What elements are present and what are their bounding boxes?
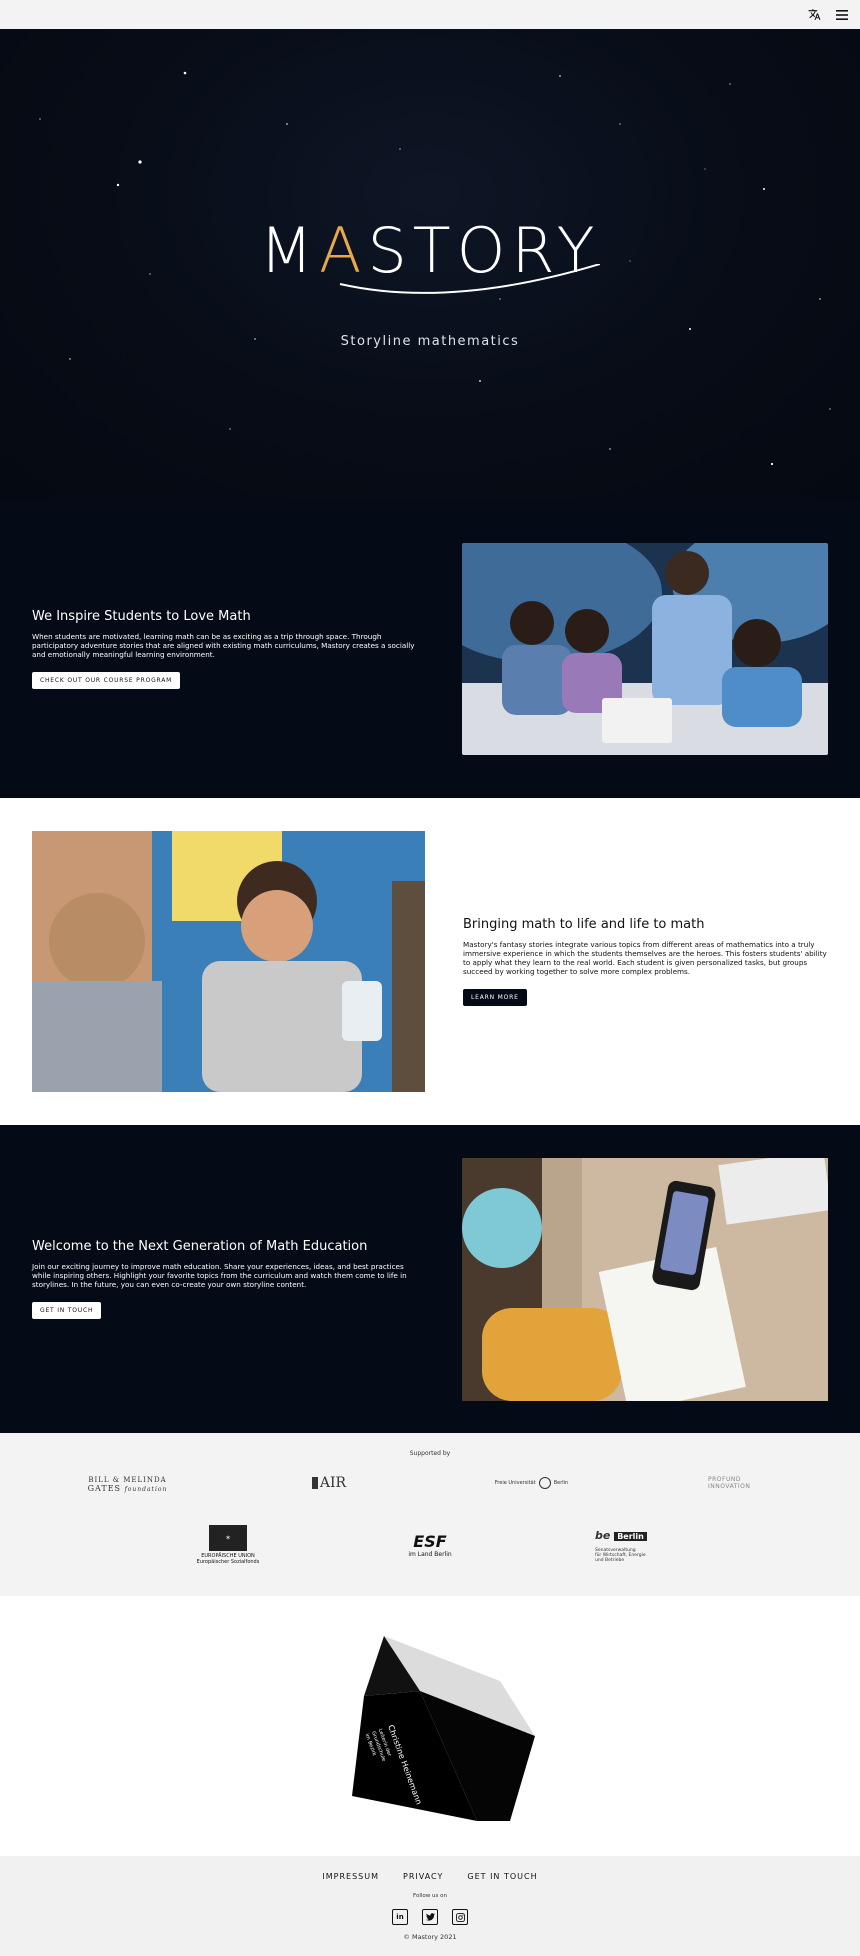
footer-nav: IMPRESSUM PRIVACY GET IN TOUCH <box>0 1856 860 1881</box>
testimonial-cube[interactable]: Christine Heinemann Leiterin der Grundsc… <box>0 1596 860 1856</box>
logo-text: be <box>595 1529 611 1542</box>
logo-text: und Betriebe <box>595 1558 625 1563</box>
section-body: Mastory's fantasy stories integrate vari… <box>463 940 827 976</box>
esf-berlin-logo[interactable]: ESF im Land Berlin <box>395 1521 465 1569</box>
section-next-generation: Welcome to the Next Generation of Math E… <box>0 1125 860 1433</box>
impressum-link[interactable]: IMPRESSUM <box>322 1872 379 1881</box>
logo-text: INNOVATION <box>708 1483 751 1490</box>
logo-swoosh <box>339 264 600 294</box>
student-phone-image <box>462 1157 828 1401</box>
translate-icon[interactable] <box>806 7 822 23</box>
learn-more-button[interactable]: LEARN MORE <box>463 989 527 1006</box>
logo-text: PROFUND <box>708 1476 741 1483</box>
profund-logo[interactable]: PROFUND INNOVATION <box>708 1473 758 1493</box>
section-heading: Welcome to the Next Generation of Math E… <box>32 1239 368 1254</box>
footer: IMPRESSUM PRIVACY GET IN TOUCH Follow us… <box>0 1856 860 1956</box>
logo-text: Freie Universität <box>494 1480 536 1486</box>
section-heading: Bringing math to life and life to math <box>463 917 705 932</box>
gates-foundation-logo[interactable]: BILL & MELINDA GATES foundation <box>80 1473 175 1495</box>
air-mark-icon <box>311 1477 318 1489</box>
berlin-senate-logo[interactable]: be Berlin Senatsverwaltung für Wirtschaf… <box>595 1521 667 1571</box>
logo-text: foundation <box>124 1485 168 1493</box>
section-body: Join our exciting journey to improve mat… <box>32 1262 407 1289</box>
testimonial-cube-section: Christine Heinemann Leiterin der Grundsc… <box>0 1596 860 1856</box>
get-in-touch-link[interactable]: GET IN TOUCH <box>467 1872 537 1881</box>
fu-berlin-logo[interactable]: Freie Universität Berlin <box>494 1475 569 1491</box>
logo-text: BILL & MELINDA <box>88 1475 167 1484</box>
air-logo[interactable]: AIR <box>305 1473 353 1493</box>
hero-tagline: Storyline mathematics <box>340 334 520 349</box>
instagram-icon[interactable] <box>452 1909 468 1925</box>
logo-text: Europäischer Sozialfonds <box>196 1559 260 1565</box>
course-program-button[interactable]: CHECK OUT OUR COURSE PROGRAM <box>32 671 181 689</box>
follow-label: Follow us on <box>413 1893 447 1899</box>
child-experiment-image <box>32 831 425 1092</box>
copyright: © Mastory 2021 <box>403 1933 457 1941</box>
get-in-touch-button[interactable]: GET IN TOUCH <box>32 1302 102 1319</box>
top-bar <box>0 0 860 29</box>
section-bringing-math: Bringing math to life and life to math M… <box>0 798 860 1125</box>
logo-text: AIR <box>319 1475 347 1491</box>
fu-seal-icon <box>538 1477 551 1489</box>
hero-section: M A STORY Storyline mathematics <box>0 29 860 499</box>
logo-text: GATES <box>87 1483 122 1493</box>
logo-text: Berlin <box>614 1532 647 1541</box>
eu-flag-icon: ✶ <box>209 1525 247 1551</box>
eu-social-fund-logo[interactable]: ✶ EUROPÄISCHE UNION Europäischer Sozialf… <box>193 1523 263 1567</box>
logo-text: im Land Berlin <box>408 1551 452 1558</box>
section-body: When students are motivated, learning ma… <box>32 631 415 659</box>
privacy-link[interactable]: PRIVACY <box>403 1872 443 1881</box>
linkedin-icon[interactable]: in <box>392 1909 408 1925</box>
twitter-icon[interactable] <box>422 1909 438 1925</box>
section-inspire: We Inspire Students to Love Math When st… <box>0 499 860 798</box>
supporters-section: Supported by BILL & MELINDA GATES founda… <box>0 1433 860 1596</box>
section-heading: We Inspire Students to Love Math <box>32 608 251 624</box>
supporters-label: Supported by <box>409 1450 451 1457</box>
mastory-logo: M A STORY <box>0 214 860 294</box>
logo-text: Berlin <box>553 1480 569 1486</box>
logo-text: ESF <box>413 1532 447 1551</box>
students-spaceship-image <box>462 542 828 755</box>
social-links: in <box>0 1909 860 1925</box>
hamburger-menu-icon[interactable] <box>834 7 850 23</box>
